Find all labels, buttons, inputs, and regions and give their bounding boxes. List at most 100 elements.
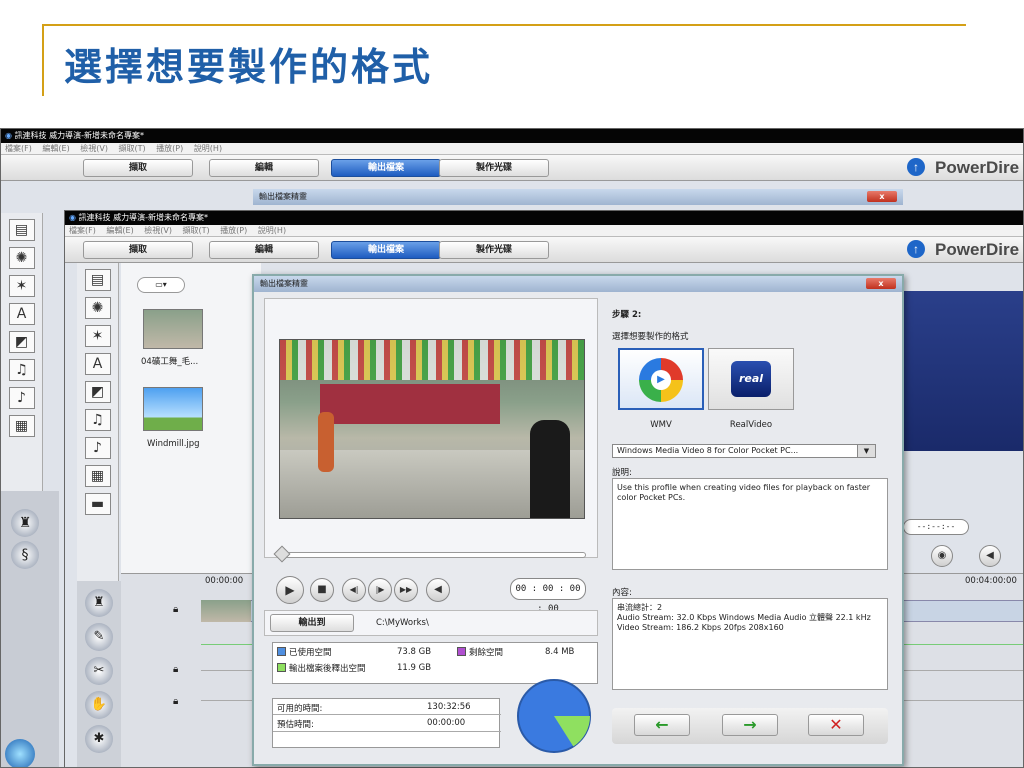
magic-clean-icon[interactable]: ✎ <box>85 623 113 651</box>
estimated-time-label: 預估時間: <box>277 720 314 730</box>
format-wmv-label: WMV <box>650 420 672 430</box>
front-toolbar: 擷取 編輯 輸出檔案 製作光碟 ↑ PowerDire <box>65 237 1023 263</box>
menu-play[interactable]: 播放(P) <box>220 226 247 235</box>
format-realvideo[interactable]: real <box>708 348 794 410</box>
format-wmv[interactable]: ▶ <box>618 348 704 410</box>
output-path: C:\MyWorks\ <box>376 618 429 628</box>
menu-file[interactable]: 檔案(F) <box>69 226 96 235</box>
timeline-clip[interactable] <box>201 600 251 622</box>
volume-icon[interactable]: ◀ <box>426 578 450 602</box>
play-icon[interactable]: ▶ <box>276 576 304 604</box>
tab-make-disc[interactable]: 製作光碟 <box>439 159 549 177</box>
chapter-icon[interactable]: ▦ <box>8 415 35 437</box>
timeline-timecode: 00:00:00 <box>205 576 244 586</box>
close-icon[interactable]: x <box>866 278 896 289</box>
description-label: 說明: <box>612 468 632 478</box>
volume-icon[interactable]: ◀ <box>979 545 1001 567</box>
menu-help[interactable]: 說明(H) <box>258 226 286 235</box>
lock-icon[interactable]: 🔒︎ <box>173 604 178 615</box>
menu-view[interactable]: 檢視(V) <box>144 226 172 235</box>
remaining-space-value: 8.4 MB <box>545 647 575 657</box>
effects-icon[interactable]: ✺ <box>8 247 35 269</box>
star-icon[interactable]: ✶ <box>8 275 35 297</box>
library-item[interactable] <box>143 309 203 349</box>
chapter-icon[interactable]: ▦ <box>84 465 111 487</box>
lock-icon[interactable]: 🔒︎ <box>173 696 178 707</box>
tab-produce[interactable]: 輸出檔案 <box>331 241 441 259</box>
effects-icon[interactable]: ✺ <box>84 297 111 319</box>
time-field[interactable]: --:--:-- <box>903 519 969 535</box>
text-icon[interactable]: A <box>84 353 111 375</box>
tab-make-disc[interactable]: 製作光碟 <box>439 241 549 259</box>
menu-capture[interactable]: 擷取(T) <box>119 144 146 153</box>
library-item-label: 04礦工舞_毛... <box>141 357 199 367</box>
app-icon: ◉ <box>69 213 79 222</box>
transition-icon[interactable]: ◩ <box>84 381 111 403</box>
released-space: 輸出檔案後釋出空間 <box>277 662 366 674</box>
content-line: Video Stream: 186.2 Kbps 20fps 208x160 <box>617 623 784 632</box>
tab-capture[interactable]: 擷取 <box>83 241 193 259</box>
mic-icon[interactable]: ♪ <box>8 387 35 409</box>
profile-select[interactable]: Windows Media Video 8 for Color Pocket P… <box>612 444 876 458</box>
available-time-value: 130:32:56 <box>427 702 471 712</box>
time-table: 可用的時間: 130:32:56 預估時間: 00:00:00 <box>272 698 501 748</box>
transition-icon[interactable]: ◩ <box>8 331 35 353</box>
step-title: 步驟 2: <box>612 310 642 320</box>
music-icon[interactable]: ♫ <box>8 359 35 381</box>
star-icon[interactable]: ✶ <box>84 325 111 347</box>
music-icon[interactable]: ♫ <box>84 409 111 431</box>
content-box: 串流總計：2 Audio Stream: 32.0 Kbps Windows M… <box>612 598 888 690</box>
magic-hat-icon[interactable]: ♜ <box>85 589 113 617</box>
menu-play[interactable]: 播放(P) <box>156 144 183 153</box>
subtitle-icon[interactable]: ▬ <box>84 493 111 515</box>
menu-view[interactable]: 檢視(V) <box>80 144 108 153</box>
content-label: 內容: <box>612 588 632 598</box>
output-to-button[interactable]: 輸出到 <box>270 614 354 632</box>
magic-hat-icon[interactable]: ♜ <box>11 509 39 537</box>
menu-edit[interactable]: 編輯(E) <box>42 144 69 153</box>
used-space: 已使用空間 <box>277 646 332 658</box>
progress-slider[interactable] <box>276 552 586 558</box>
fast-forward-icon[interactable]: ▶▶ <box>394 578 418 602</box>
windows-start-icon[interactable] <box>5 739 35 767</box>
next-frame-icon[interactable]: |▶ <box>368 578 392 602</box>
clapper-icon[interactable]: ▤ <box>84 269 111 291</box>
library-item[interactable] <box>143 387 203 431</box>
menu-file[interactable]: 檔案(F) <box>5 144 32 153</box>
next-button[interactable]: → <box>722 714 778 736</box>
back-button[interactable]: ← <box>634 714 690 736</box>
folder-dropdown[interactable]: ▭▾ <box>137 277 185 293</box>
menu-edit[interactable]: 編輯(E) <box>106 226 133 235</box>
video-ceiling <box>280 340 584 380</box>
up-arrow-icon: ↑ <box>907 158 925 176</box>
content-line: 串流總計：2 <box>617 603 663 612</box>
text-icon[interactable]: A <box>8 303 35 325</box>
magic-swirl-icon[interactable]: § <box>11 541 39 569</box>
mic-icon[interactable]: ♪ <box>84 437 111 459</box>
magic-hand-icon[interactable]: ✋ <box>85 691 113 719</box>
remaining-swatch <box>457 647 466 656</box>
up-arrow-icon: ↑ <box>907 240 925 258</box>
tab-produce[interactable]: 輸出檔案 <box>331 159 441 177</box>
estimated-time-value: 00:00:00 <box>427 718 466 728</box>
title-rule-vertical <box>42 24 44 96</box>
menu-capture[interactable]: 擷取(T) <box>183 226 210 235</box>
video-person <box>530 420 570 518</box>
prev-frame-icon[interactable]: ◀| <box>342 578 366 602</box>
cancel-button[interactable]: ✕ <box>808 714 864 736</box>
tab-capture[interactable]: 擷取 <box>83 159 193 177</box>
menu-help[interactable]: 說明(H) <box>194 144 222 153</box>
tab-edit[interactable]: 編輯 <box>209 159 319 177</box>
magic-cut-icon[interactable]: ✂ <box>85 657 113 685</box>
clapper-icon[interactable]: ▤ <box>8 219 35 241</box>
tab-edit[interactable]: 編輯 <box>209 241 319 259</box>
stop-icon[interactable]: ■ <box>310 578 334 602</box>
close-icon[interactable]: x <box>867 191 897 202</box>
magic-star-icon[interactable]: ✱ <box>85 725 113 753</box>
snapshot-icon[interactable]: ◉ <box>931 545 953 567</box>
lock-icon[interactable]: 🔒︎ <box>173 664 178 675</box>
dialog-title: 輸出檔案精靈 <box>260 279 308 288</box>
chevron-down-icon[interactable]: ▼ <box>857 445 875 457</box>
released-space-value: 11.9 GB <box>397 663 432 673</box>
realvideo-format-icon: real <box>731 361 771 397</box>
